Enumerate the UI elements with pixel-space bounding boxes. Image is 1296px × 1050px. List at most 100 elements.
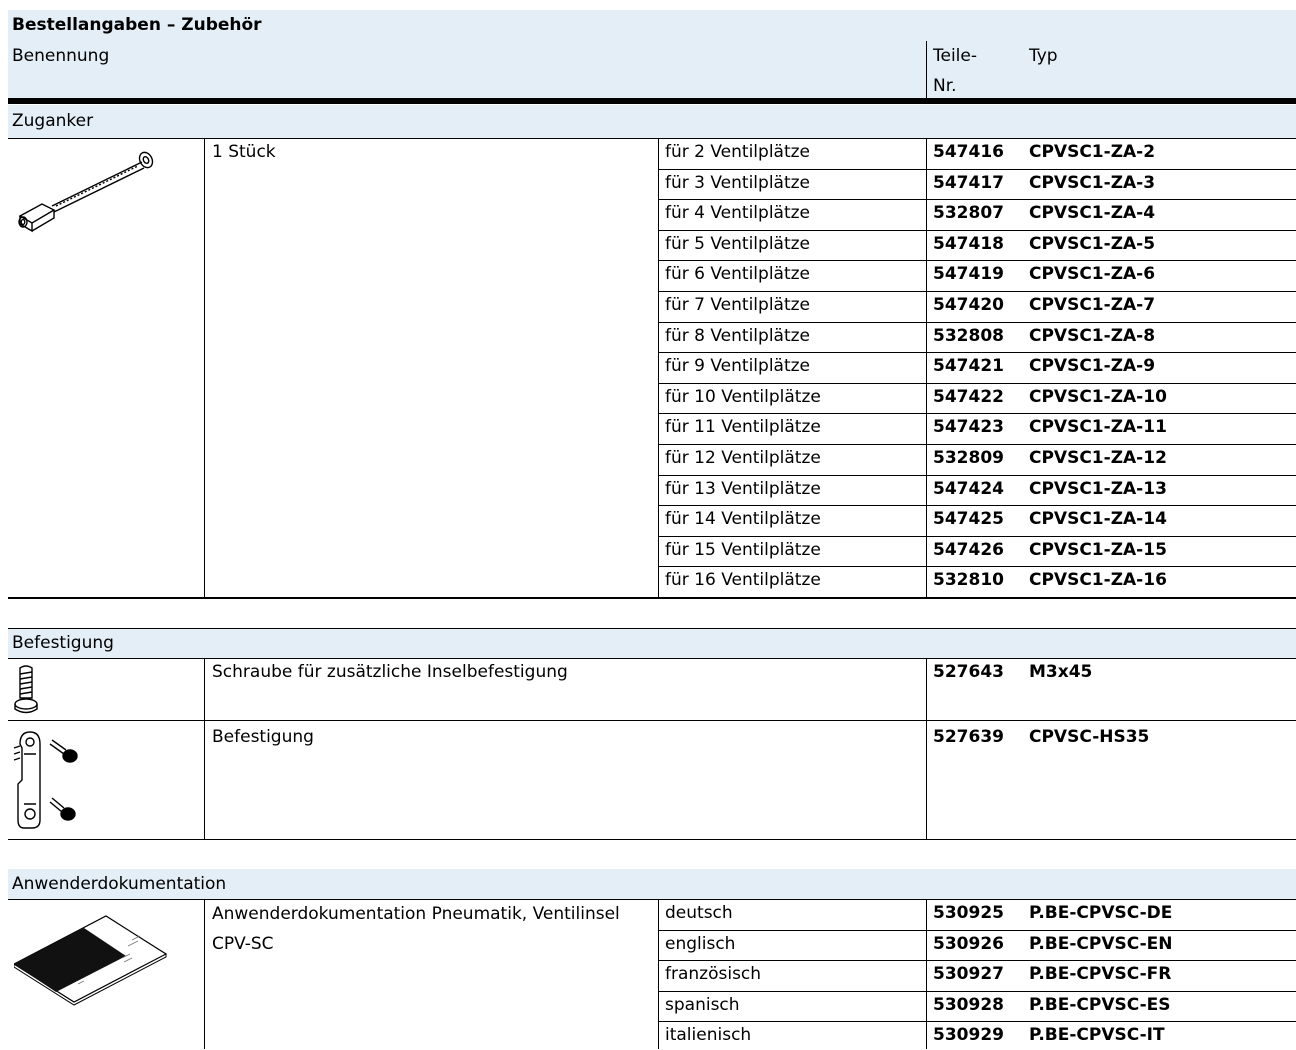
zuganker-row-3-option: für 4 Ventilplätze — [665, 203, 811, 223]
zuganker-row-15-option: für 16 Ventilplätze — [665, 570, 821, 590]
befestigung-row-1-part: 527643 — [933, 662, 1004, 682]
table-rule — [658, 322, 1296, 323]
table-rule — [658, 413, 1296, 414]
zuganker-row-13-part: 547425 — [933, 509, 1004, 529]
zuganker-row-6-option: für 7 Ventilplätze — [665, 295, 811, 315]
zuganker-row-13-option: für 14 Ventilplätze — [665, 509, 821, 529]
zuganker-row-3-type: CPVSC1-ZA-4 — [1029, 203, 1156, 223]
table-rule — [658, 383, 1296, 384]
zuganker-row-1-type: CPVSC1-ZA-2 — [1029, 142, 1156, 162]
zuganker-row-5-option: für 6 Ventilplätze — [665, 264, 811, 284]
zuganker-row-14-part: 547426 — [933, 540, 1004, 560]
zuganker-row-12-option: für 13 Ventilplätze — [665, 479, 821, 499]
section-zuganker-header — [8, 105, 1296, 138]
table-rule — [926, 899, 927, 1049]
zuganker-row-7-type: CPVSC1-ZA-8 — [1029, 326, 1156, 346]
zuganker-row-7-option: für 8 Ventilplätze — [665, 326, 811, 346]
zuganker-description: 1 Stück — [212, 142, 276, 162]
tie-rod-icon — [18, 151, 154, 233]
header-benennung: Benennung — [12, 46, 110, 66]
table-rule — [658, 930, 1296, 931]
zuganker-row-9-type: CPVSC1-ZA-10 — [1029, 387, 1167, 407]
manual-booklet-icon — [14, 915, 168, 1006]
zuganker-row-4-option: für 5 Ventilplätze — [665, 234, 811, 254]
zuganker-row-13-type: CPVSC1-ZA-14 — [1029, 509, 1167, 529]
befestigung-row-2-type: CPVSC-HS35 — [1029, 727, 1150, 747]
doku-row-2-part: 530926 — [933, 934, 1004, 954]
befestigung-row-2-description: Befestigung — [212, 727, 314, 747]
zuganker-row-5-part: 547419 — [933, 264, 1004, 284]
table-rule — [658, 291, 1296, 292]
table-rule — [658, 352, 1296, 353]
doku-row-5-option: italienisch — [665, 1025, 752, 1045]
doku-row-4-option: spanisch — [665, 995, 740, 1015]
zuganker-row-8-option: für 9 Ventilplätze — [665, 356, 811, 376]
doku-row-2-type: P.BE-CPVSC-EN — [1029, 934, 1173, 954]
zuganker-row-3-part: 532807 — [933, 203, 1004, 223]
table-rule — [658, 505, 1296, 506]
table-rule — [658, 991, 1296, 992]
zuganker-row-5-type: CPVSC1-ZA-6 — [1029, 264, 1156, 284]
table-rule — [8, 597, 1296, 598]
zuganker-row-4-part: 547418 — [933, 234, 1004, 254]
header-teile-nr-2: Nr. — [933, 76, 957, 96]
doku-row-1-type: P.BE-CPVSC-DE — [1029, 903, 1173, 923]
table-rule — [658, 260, 1296, 261]
header-rule — [8, 98, 1296, 104]
table-rule — [658, 230, 1296, 231]
column-header — [8, 41, 1296, 98]
section-befestigung-title: Befestigung — [12, 633, 114, 653]
zuganker-row-12-type: CPVSC1-ZA-13 — [1029, 479, 1167, 499]
zuganker-row-1-option: für 2 Ventilplätze — [665, 142, 811, 162]
table-rule — [658, 444, 1296, 445]
header-teile-nr-1: Teile- — [933, 46, 977, 66]
screw-icon — [14, 665, 38, 714]
befestigung-row-1-type: M3x45 — [1029, 662, 1093, 682]
table-rule — [658, 475, 1296, 476]
befestigung-row-1-description: Schraube für zusätzliche Inselbefestigun… — [212, 662, 568, 682]
doku-row-4-part: 530928 — [933, 995, 1004, 1015]
table-rule — [658, 1021, 1296, 1022]
doku-row-5-part: 530929 — [933, 1025, 1004, 1045]
table-rule — [658, 138, 659, 597]
section-befestigung-header — [8, 628, 1296, 658]
zuganker-row-9-part: 547422 — [933, 387, 1004, 407]
zuganker-row-2-part: 547417 — [933, 173, 1004, 193]
table-rule — [658, 899, 659, 1049]
zuganker-row-14-type: CPVSC1-ZA-15 — [1029, 540, 1167, 560]
table-rule — [204, 138, 205, 597]
table-rule — [658, 566, 1296, 567]
zuganker-row-10-type: CPVSC1-ZA-11 — [1029, 417, 1167, 437]
zuganker-row-15-type: CPVSC1-ZA-16 — [1029, 570, 1167, 590]
table-rule — [658, 169, 1296, 170]
section-zuganker-title: Zuganker — [12, 111, 94, 131]
zuganker-row-15-part: 532810 — [933, 570, 1004, 590]
zuganker-row-11-option: für 12 Ventilplätze — [665, 448, 821, 468]
zuganker-row-7-part: 532808 — [933, 326, 1004, 346]
doku-description-line-2: CPV-SC — [212, 934, 274, 954]
zuganker-row-12-part: 547424 — [933, 479, 1004, 499]
doku-row-3-type: P.BE-CPVSC-FR — [1029, 964, 1172, 984]
table-rule — [658, 199, 1296, 200]
doku-row-1-part: 530925 — [933, 903, 1004, 923]
zuganker-row-10-option: für 11 Ventilplätze — [665, 417, 821, 437]
doku-row-4-type: P.BE-CPVSC-ES — [1029, 995, 1171, 1015]
zuganker-row-8-part: 547421 — [933, 356, 1004, 376]
zuganker-row-6-type: CPVSC1-ZA-7 — [1029, 295, 1156, 315]
mounting-bracket-icon — [13, 731, 78, 829]
zuganker-row-9-option: für 10 Ventilplätze — [665, 387, 821, 407]
zuganker-row-14-option: für 15 Ventilplätze — [665, 540, 821, 560]
befestigung-row-2-part: 527639 — [933, 727, 1004, 747]
zuganker-row-11-part: 532809 — [933, 448, 1004, 468]
doku-row-3-part: 530927 — [933, 964, 1004, 984]
zuganker-row-4-type: CPVSC1-ZA-5 — [1029, 234, 1156, 254]
zuganker-row-6-part: 547420 — [933, 295, 1004, 315]
doku-row-1-option: deutsch — [665, 903, 733, 923]
zuganker-row-2-option: für 3 Ventilplätze — [665, 173, 811, 193]
table-rule — [204, 899, 205, 1049]
table-rule — [658, 536, 1296, 537]
doku-row-2-option: englisch — [665, 934, 736, 954]
doku-row-3-option: französisch — [665, 964, 762, 984]
page-title: Bestellangaben – Zubehör — [12, 15, 262, 35]
table-rule — [658, 960, 1296, 961]
